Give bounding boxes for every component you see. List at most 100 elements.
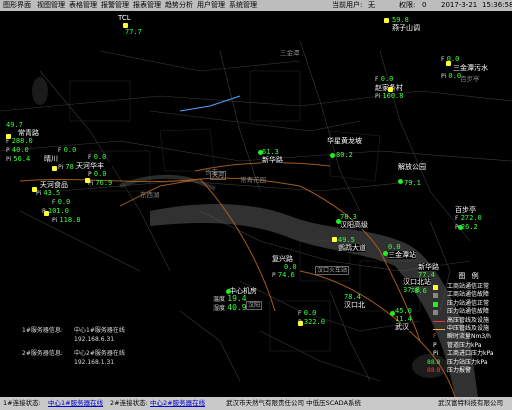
legend-swatch: F [433, 333, 437, 341]
menu-item-view[interactable]: 视图管理 [37, 0, 65, 11]
server2-label: 2#服务器信息: [22, 350, 63, 357]
station-status-dot[interactable] [388, 87, 393, 92]
time-text: 15:36:58 [482, 1, 512, 9]
station-value: 45.0 [395, 307, 412, 315]
humidity-label: 湿度 [213, 305, 226, 312]
legend-row: 压力站通信故障 [427, 308, 512, 316]
station-value: 101.0 [47, 207, 69, 215]
legend-row: P 管道压力kPa [427, 342, 512, 350]
legend-label: 压力报警 [447, 366, 472, 374]
menu-item-user[interactable]: 用户管理 [197, 0, 225, 11]
menu-item-table[interactable]: 表格管理 [69, 0, 97, 11]
station-xinhua-road[interactable]: 61.3 新华路 [262, 148, 283, 164]
station-name: 天河食品 [40, 181, 81, 189]
humidity-value: 40.9 [227, 303, 247, 312]
station-status-dot[interactable] [226, 289, 231, 294]
station-value: 288.0 [11, 137, 33, 145]
station-name: 新华路 [418, 263, 439, 271]
station-value: 0.0 [284, 263, 297, 271]
station-value: 74.6 [277, 271, 295, 279]
station-value: 0.0 [93, 153, 107, 161]
menu-item-trend[interactable]: 趋势分析 [165, 0, 193, 11]
map-view[interactable]: 三金潭 长丰 常青花园 百步亭 东西湖 天河 汉口火车站 汉阳 TCL 77.7… [0, 11, 512, 397]
legend-swatch: Pi [433, 350, 439, 358]
station-tianhe-huafeng[interactable]: F 0.0 天河华丰 P 0.0 Pi 76.9 [76, 153, 113, 188]
station-name: 武汉 [395, 323, 412, 331]
station-value: 11.4 [395, 315, 412, 323]
station-center-room[interactable]: 中心机房 温度 19.4 湿度 40.9 [213, 287, 257, 313]
legend-label: 中压管线及设施 [447, 324, 490, 332]
station-name: 百步亭 [455, 206, 482, 214]
station-value: 160.8 [382, 92, 404, 100]
station-hankou-north[interactable]: 78.4 汉口北 [344, 293, 365, 309]
status-server1-link[interactable]: 中心1#服务器在线 [48, 397, 103, 410]
station-yanzishan[interactable]: 59.8 燕子山调 [392, 16, 420, 32]
area-label-sanjintan: 三金潭 [280, 49, 300, 57]
station-tcl[interactable]: TCL [118, 14, 131, 22]
legend-panel: 图 例 工商站通信正常 工商站通信故障 压力站通信正常 压力站通信故障 高压管线… [427, 271, 512, 397]
legend-swatch [433, 310, 438, 316]
menu-item-report[interactable]: 报表管理 [133, 0, 161, 11]
legend-swatch [433, 301, 438, 307]
legend-row: F 瞬时流量Nm3/h [427, 333, 512, 341]
station-status-dot[interactable] [384, 18, 389, 23]
station-name: 三金潭站 [388, 251, 416, 259]
legend-swatch: P [433, 341, 437, 349]
station-jiefang-park[interactable]: 解放公园 [398, 163, 426, 171]
station-value: 79.1 [404, 179, 421, 187]
station-value: 272.0 [460, 214, 482, 222]
station-jiefang-values: 79.1 [404, 179, 421, 187]
server1-status: 中心1#服务器在线 [74, 327, 125, 334]
station-status-dot[interactable] [298, 321, 303, 326]
station-tianhe-food[interactable]: 天河食品 Pi 43.5 F 0.0 P 101.0 Pi 118.8 [22, 181, 81, 225]
menu-item-graphics[interactable]: 图形界面 [3, 0, 31, 11]
station-status-dot[interactable] [330, 153, 335, 158]
legend-row: 88.8 压力报警 [427, 367, 512, 375]
station-huaxing[interactable]: 华星黄龙坡 [327, 137, 362, 145]
station-status-dot[interactable] [85, 178, 90, 183]
legend-label: 压力站压力kPa [447, 358, 488, 366]
station-sanjintan-station[interactable]: 0.0 三金潭站 [388, 243, 416, 259]
station-status-dot[interactable] [332, 237, 337, 242]
station-wuhan[interactable]: 45.0 11.4 武汉 [395, 307, 412, 331]
legend-row: 高压管线及设施 [427, 317, 512, 325]
station-fuxing[interactable]: 复兴路 0.0 P 74.6 [272, 255, 297, 280]
station-value: 0.0 [57, 198, 71, 206]
station-status-dot[interactable] [398, 179, 403, 184]
station-value: 49.5 [338, 236, 355, 244]
station-name: 三金潭污水 [453, 64, 488, 72]
station-status-dot[interactable] [44, 211, 49, 216]
temperature-value: 19.4 [227, 294, 247, 303]
station-yingwu[interactable]: 49.5 鹦鹉大道 [338, 236, 366, 252]
temperature-label: 温度 [213, 296, 226, 303]
box-label-tianhe: 天河 [210, 171, 227, 180]
status-server2-label: 2#连接状态: [110, 399, 148, 407]
station-status-dot[interactable] [458, 225, 463, 230]
status-server2-link[interactable]: 中心2#服务器在线 [150, 397, 205, 410]
menu-item-system[interactable]: 系统管理 [229, 0, 257, 11]
station-status-dot[interactable] [6, 134, 11, 139]
legend-label: 工商站通信故障 [447, 291, 490, 299]
station-value: 0.0 [93, 170, 107, 178]
station-tcl-values: 77.7 [125, 28, 142, 36]
legend-swatch [433, 328, 445, 330]
station-hanyang-gaoji[interactable]: 78.3 汉阳高级 [340, 213, 368, 229]
current-user-value: 无 [368, 1, 375, 9]
legend-label: 压力站通信正常 [447, 299, 490, 307]
menu-item-alarm[interactable]: 报警管理 [101, 0, 129, 11]
area-label-changqing: 常青花园 [240, 176, 266, 184]
station-value: 0.0 [63, 146, 77, 154]
station-status-dot[interactable] [390, 311, 395, 316]
station-status-dot[interactable] [383, 251, 388, 256]
station-value: 80.2 [336, 151, 353, 159]
status-bar: 1#连接状态: 中心1#服务器在线 2#连接状态: 中心2#服务器在线 武汉市天… [0, 397, 512, 410]
station-status-dot[interactable] [52, 166, 57, 171]
station-sanjintan-water[interactable]: F 0.0 三金潭污水 Pi 0.0 [441, 55, 488, 81]
station-name: 新华路 [262, 156, 283, 164]
menu-bar: 图形界面 视图管理 表格管理 报警管理 报表管理 趋势分析 用户管理 系统管理 … [0, 0, 512, 11]
station-changqing[interactable]: 49.7 常青路 F 288.0 P 40.0 Pi 56.4 [6, 121, 39, 164]
station-status-dot[interactable] [32, 187, 37, 192]
legend-label: 瞬时流量Nm3/h [447, 333, 491, 341]
station-status-dot[interactable] [336, 219, 341, 224]
legend-label: 压力站通信故障 [447, 308, 490, 316]
